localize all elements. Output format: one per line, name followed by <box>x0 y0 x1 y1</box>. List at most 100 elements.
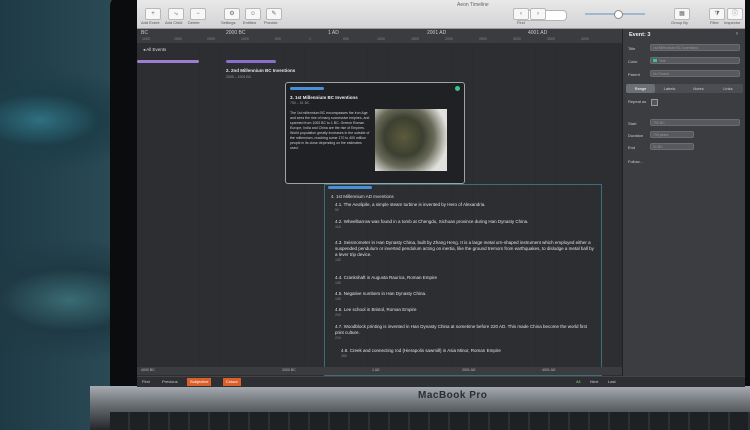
next-button[interactable]: Next <box>587 378 601 386</box>
first-button[interactable]: First <box>139 378 153 386</box>
ruler-tick: 1500 <box>411 37 419 41</box>
ruler-tick: 1000 <box>241 37 249 41</box>
delete-button[interactable]: − <box>190 8 206 20</box>
color-value: Teal <box>659 59 666 63</box>
chevron-right-icon[interactable]: › <box>736 31 738 37</box>
add-child-button[interactable]: ⤷ <box>168 8 184 20</box>
tab-labels[interactable]: Labels <box>655 84 684 93</box>
ruler-tick: 2500 <box>479 37 487 41</box>
start-field[interactable]: 750 BC <box>650 119 740 126</box>
brand-label: MacBook Pro <box>418 390 488 401</box>
screen: Aeon Timeline + Add Event ⤷ Add Child − … <box>137 0 745 387</box>
event-group[interactable]: 4. 1st Millennium AD Inventions 4.1. The… <box>324 184 602 376</box>
repeat-label: Repeat as <box>628 99 647 104</box>
event-popup[interactable]: 3. 1st Millennium BC Inventions 750 – 51… <box>285 82 465 184</box>
list-item[interactable]: 4.2. Wheelbarrow was found in a tomb at … <box>335 219 595 229</box>
event-title[interactable]: 2. 2nd Millennium BC Inventions <box>226 68 295 73</box>
breadcrumb[interactable]: ◂ All Events <box>143 47 166 53</box>
filter-label: Filter <box>710 20 719 25</box>
repeat-checkbox[interactable] <box>651 99 658 106</box>
title-label: Title <box>628 46 636 51</box>
ruler-tick: 4000 <box>581 37 589 41</box>
ruler-tick: 500 <box>275 37 281 41</box>
duration-label: Duration <box>628 133 644 138</box>
list-item[interactable]: 4.4. Crankshaft in Augusta Raurica, Roma… <box>335 275 595 285</box>
end-field[interactable]: 51 BC <box>650 143 694 150</box>
event-bar-2[interactable] <box>226 60 276 63</box>
tab-links[interactable]: Links <box>713 84 743 93</box>
list-item[interactable]: 4.5. Negative numbers in Han Dynasty Chi… <box>335 291 595 301</box>
overview-label: 4001 AD <box>542 368 556 372</box>
ruler-tick: 1 <box>309 37 311 41</box>
overview-label: 2001 AD <box>462 368 476 372</box>
add-event-label: Add Event <box>141 20 160 25</box>
duration-field[interactable]: 700 years <box>650 131 694 138</box>
item-text: 4.7. Woodblock printing is invented in H… <box>335 324 587 335</box>
forward-button[interactable]: › <box>530 8 546 20</box>
back-button[interactable]: ‹ <box>513 8 529 20</box>
ruler-label: 2000 BC <box>226 30 246 36</box>
event-bar-1[interactable] <box>137 60 199 63</box>
provide-label: Provide <box>264 20 278 25</box>
end-label: End <box>628 145 636 150</box>
inspector-label: Inspector <box>724 20 741 25</box>
item-year: 210 <box>335 336 341 340</box>
popup-description: The 1st millennium BC encompasses the Ir… <box>290 111 370 150</box>
tab-range[interactable]: Range <box>626 84 655 93</box>
item-year: 118 <box>335 225 341 229</box>
settings-button[interactable]: ⚙ <box>224 8 240 20</box>
colour-toggle[interactable]: Colour <box>223 378 241 386</box>
list-item[interactable]: 4.1. The Aeolipile, a simple steam turbi… <box>335 202 595 212</box>
overview-ruler[interactable]: 4000 BC 2000 BC 1 AD 2001 AD 4001 AD <box>137 367 622 375</box>
overview-label: 1 AD <box>372 368 380 372</box>
color-swatch <box>653 59 657 62</box>
title-field[interactable]: 1st Millennium BC Inventions <box>650 44 740 51</box>
timeline-ruler[interactable]: BC 2000 BC 1 AD 2001 AD 4001 AD 1000 150… <box>137 29 622 44</box>
previous-button[interactable]: Previous <box>159 378 181 386</box>
list-item[interactable]: 4.7. Woodblock printing is invented in H… <box>335 324 595 340</box>
add-child-label: Add Child <box>165 20 183 25</box>
parent-label: Parent <box>628 72 640 77</box>
filter-status[interactable]: All <box>573 378 583 386</box>
ruler-tick: 3500 <box>547 37 555 41</box>
overview-label: 4000 BC <box>141 368 155 372</box>
subjective-toggle[interactable]: Subjective <box>187 378 212 386</box>
list-item[interactable]: 4.3. Seismometer in Han Dynasty China, b… <box>335 240 595 262</box>
event-date: 2000 – 1001 BC <box>226 75 252 79</box>
inspector-tabs: Range Labels Notes Links <box>626 84 743 93</box>
color-select[interactable]: Teal <box>650 57 740 64</box>
keyboard <box>110 412 750 430</box>
ruler-tick: 1000 <box>142 37 150 41</box>
delete-label: Delete <box>188 20 200 25</box>
ruler-tick: 1500 <box>174 37 182 41</box>
last-button[interactable]: Last <box>605 378 619 386</box>
entities-button[interactable]: ☺ <box>245 8 261 20</box>
group-by-label: Group By <box>671 20 688 25</box>
group-by-button[interactable]: ▦ <box>674 8 690 20</box>
inspector-header: Event: 3 <box>629 32 651 38</box>
item-year: 260 <box>341 354 347 358</box>
inspector-button[interactable]: ⓘ <box>727 8 743 20</box>
status-bar: First Previous Subjective Colour All Nex… <box>137 376 745 387</box>
ruler-label: BC <box>141 30 148 36</box>
ruler-tick: 2000 <box>445 37 453 41</box>
toolbar: Aeon Timeline + Add Event ⤷ Add Child − … <box>137 0 745 29</box>
popup-date: 750 – 51 BC <box>290 101 310 105</box>
item-year: 150 <box>335 297 341 301</box>
item-year: 50 <box>335 208 339 212</box>
provide-button[interactable]: ✎ <box>266 8 282 20</box>
follow-label[interactable]: Follow... <box>628 159 643 164</box>
artifact-image <box>375 109 447 171</box>
list-item[interactable]: 4.6. Lee school in Bristol, Roman Empire… <box>335 307 595 317</box>
ruler-label: 4001 AD <box>528 30 548 36</box>
parent-select[interactable]: No Parent <box>650 70 740 77</box>
start-label: Start <box>628 121 637 126</box>
group-heading[interactable]: 4. 1st Millennium AD Inventions <box>331 194 394 199</box>
list-item[interactable]: 4.8. Creek and connecting rod (Hierapoli… <box>341 348 601 358</box>
zoom-slider-knob[interactable] <box>614 10 623 19</box>
ruler-label: 2001 AD <box>427 30 447 36</box>
filter-button[interactable]: ⧩ <box>709 8 725 20</box>
add-event-button[interactable]: + <box>145 8 161 20</box>
tab-notes[interactable]: Notes <box>684 84 713 93</box>
ruler-tick: 3000 <box>513 37 521 41</box>
